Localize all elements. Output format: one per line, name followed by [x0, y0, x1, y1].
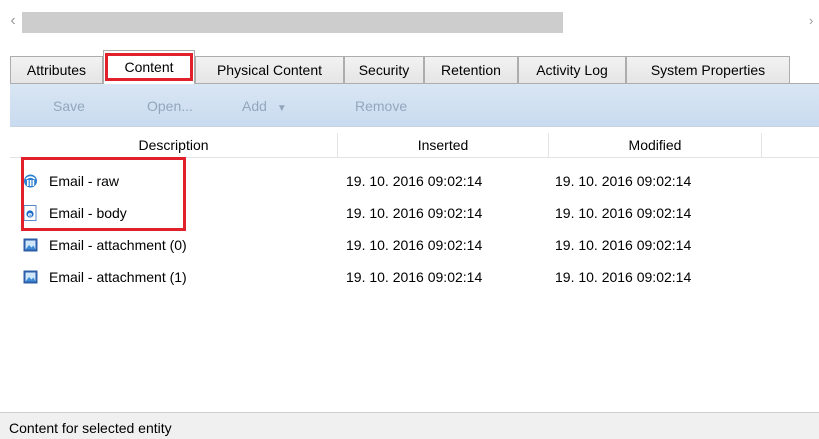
row-description: Email - attachment (0) — [49, 237, 187, 253]
image-attachment-icon — [23, 238, 38, 252]
column-header-modified[interactable]: Modified — [549, 133, 761, 157]
add-button-label: Add — [242, 98, 267, 114]
tab-physical-content[interactable]: Physical Content — [195, 56, 344, 83]
tab-system-properties[interactable]: System Properties — [626, 56, 790, 83]
chevron-down-icon: ▼ — [276, 103, 287, 114]
svg-text:e: e — [28, 210, 33, 218]
status-text: Content for selected entity — [9, 420, 172, 436]
row-modified: 19. 10. 2016 09:02:14 — [555, 173, 692, 189]
grid-header: Description Inserted Modified — [10, 133, 819, 158]
image-attachment-icon — [23, 270, 38, 284]
tab-attributes[interactable]: Attributes — [10, 56, 103, 83]
column-divider[interactable] — [761, 133, 762, 157]
row-inserted: 19. 10. 2016 09:02:14 — [346, 269, 483, 285]
column-header-inserted[interactable]: Inserted — [338, 133, 548, 157]
open-button[interactable]: Open... — [147, 97, 193, 115]
tab-security[interactable]: Security — [344, 56, 424, 83]
table-row[interactable]: Email - attachment (1) 19. 10. 2016 09:0… — [10, 261, 819, 293]
status-bar: Content for selected entity — [0, 412, 819, 439]
scroll-left-arrow-icon[interactable]: ‹ — [6, 10, 20, 34]
row-description: Email - raw — [49, 173, 120, 189]
row-inserted: 19. 10. 2016 09:02:14 — [346, 237, 483, 253]
table-row[interactable]: Email - raw 19. 10. 2016 09:02:14 19. 10… — [10, 165, 819, 197]
column-header-description[interactable]: Description — [10, 133, 337, 157]
toolbar: Save Open... Add ▼ Remove — [10, 84, 819, 127]
scroll-right-arrow-icon[interactable]: › — [809, 10, 819, 34]
row-modified: 19. 10. 2016 09:02:14 — [555, 269, 692, 285]
row-inserted: 19. 10. 2016 09:02:14 — [346, 205, 483, 221]
table-row[interactable]: Email - attachment (0) 19. 10. 2016 09:0… — [10, 229, 819, 261]
tab-label: Activity Log — [536, 62, 608, 78]
add-button[interactable]: Add ▼ — [242, 97, 287, 115]
tab-label: Retention — [441, 62, 501, 78]
remove-button[interactable]: Remove — [355, 97, 407, 115]
table-row[interactable]: e Email - body 19. 10. 2016 09:02:14 19.… — [10, 197, 819, 229]
html-document-icon: e — [23, 205, 37, 221]
row-modified: 19. 10. 2016 09:02:14 — [555, 205, 692, 221]
tab-retention[interactable]: Retention — [424, 56, 518, 83]
row-description: Email - attachment (1) — [49, 269, 187, 285]
row-modified: 19. 10. 2016 09:02:14 — [555, 237, 692, 253]
tab-label: Attributes — [26, 62, 87, 78]
tab-label: System Properties — [650, 62, 766, 78]
row-description: Email - body — [49, 205, 127, 221]
tab-activity-log[interactable]: Activity Log — [518, 56, 626, 83]
horizontal-scrollbar[interactable]: ‹ › — [0, 10, 819, 34]
row-inserted: 19. 10. 2016 09:02:14 — [346, 173, 483, 189]
highlight-box — [105, 53, 193, 81]
save-button[interactable]: Save — [53, 97, 85, 115]
email-raw-icon — [24, 174, 37, 188]
scrollbar-thumb[interactable] — [22, 12, 563, 33]
tab-label: Security — [358, 62, 410, 78]
tab-content[interactable]: Content — [103, 50, 195, 84]
tab-label: Physical Content — [216, 62, 323, 78]
